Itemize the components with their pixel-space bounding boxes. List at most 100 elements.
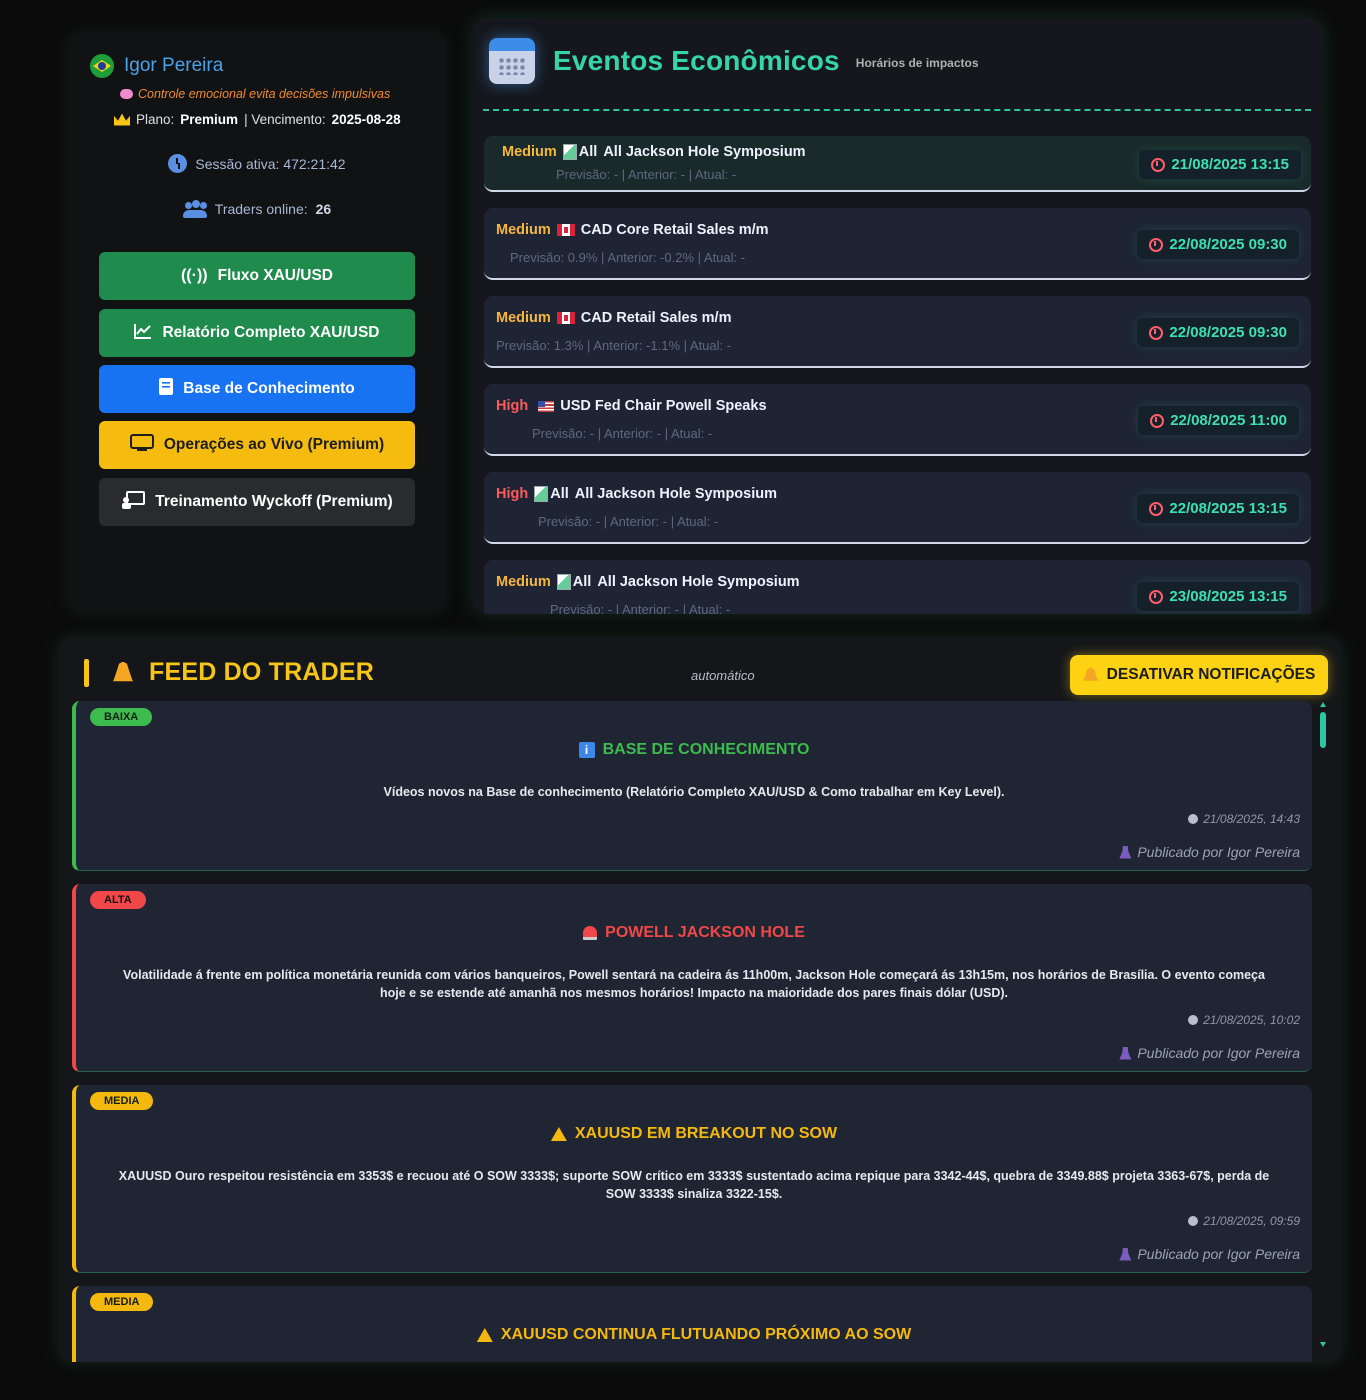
post-time-text: 21/08/2025, 09:59 [1203, 1214, 1300, 1228]
event-impact: Medium [496, 310, 551, 326]
event-name: All Jackson Hole Symposium [597, 574, 800, 590]
fluxo-xauusd-button[interactable]: ((·)) Fluxo XAU/USD [99, 252, 415, 300]
scroll-up-arrow[interactable] [1320, 702, 1326, 707]
post-title-text: XAUUSD EM BREAKOUT NO SOW [574, 1125, 838, 1142]
post-title: XAUUSD EM BREAKOUT NO SOW [76, 1125, 1312, 1143]
event-heading: Medium CAD Retail Sales m/m [496, 310, 731, 326]
feed-post: ALTA POWELL JACKSON HOLE Volatilidade á … [72, 884, 1312, 1072]
event-card[interactable]: Medium All All Jackson Hole Symposium Pr… [484, 136, 1311, 192]
post-time-text: 21/08/2025, 14:43 [1203, 812, 1300, 826]
events-title: Eventos Econômicos [553, 45, 840, 76]
event-impact: Medium [502, 144, 557, 160]
event-name: USD Fed Chair Powell Speaks [560, 398, 767, 414]
online-label: Traders online: [214, 201, 308, 217]
alarm-clock-icon [1149, 501, 1164, 516]
post-body: Vídeos novos na Base de conhecimento (Re… [383, 785, 1005, 799]
event-card[interactable]: High All All Jackson Hole Symposium Prev… [484, 472, 1311, 544]
event-details: Previsão: - | Anterior: - | Atual: - [532, 426, 713, 441]
treinamento-label: Treinamento Wyckoff (Premium) [155, 493, 393, 510]
event-details: Previsão: 0.9% | Anterior: -0.2% | Atual… [510, 250, 746, 265]
relatorio-label: Relatório Completo XAU/USD [162, 324, 380, 341]
feed-title: FEED DO TRADER [149, 658, 375, 686]
base-conhecimento-button[interactable]: Base de Conhecimento [99, 365, 415, 413]
scroll-down-arrow[interactable] [1320, 1342, 1326, 1347]
event-time-text: 22/08/2025 11:00 [1170, 412, 1287, 429]
economic-events-panel: Eventos Econômicos Horários de impactos … [473, 18, 1323, 614]
clock-icon [1188, 1015, 1199, 1025]
event-name: All Jackson Hole Symposium [574, 486, 778, 502]
relatorio-completo-button[interactable]: Relatório Completo XAU/USD [99, 309, 415, 357]
calendar-icon [489, 38, 535, 84]
post-timestamp: 21/08/2025, 10:02 [1188, 1013, 1300, 1027]
monitor-icon [129, 433, 154, 457]
event-name: All Jackson Hole Symposium [603, 144, 806, 160]
feed-post: BAIXA i BASE DE CONHECIMENTO Vídeos novo… [72, 701, 1312, 871]
event-name: CAD Core Retail Sales m/m [580, 222, 769, 238]
event-time-text: 21/08/2025 13:15 [1171, 156, 1289, 173]
event-time: 22/08/2025 13:15 [1137, 494, 1299, 523]
disable-notifications-button[interactable]: DESATIVAR NOTIFICAÇÕES [1070, 655, 1328, 695]
event-heading: Medium CAD Core Retail Sales m/m [496, 222, 769, 238]
brazil-flag-icon [90, 54, 114, 78]
alarm-clock-icon [1151, 157, 1166, 172]
event-impact: High [496, 486, 529, 502]
book-icon [159, 378, 174, 400]
event-card[interactable]: Medium CAD Retail Sales m/m Previsão: 1.… [484, 296, 1311, 368]
event-details: Previsão: - | Anterior: - | Atual: - [538, 514, 719, 529]
usa-flag-icon [538, 400, 555, 412]
post-body: Volatilidade á frente em política monetá… [123, 968, 1265, 1000]
user-name-row: Igor Pereira [90, 54, 223, 78]
emotional-tip: Controle emocional evita decisões impuls… [120, 87, 390, 101]
event-heading: Medium All All Jackson Hole Symposium [496, 574, 800, 590]
user-icon [1119, 845, 1132, 859]
post-body: XAUUSD Ouro respeitou resistência em 335… [118, 1169, 1270, 1201]
event-impact: High [496, 398, 529, 414]
event-card[interactable]: Medium CAD Core Retail Sales m/m Previsã… [484, 208, 1311, 280]
post-title-text: POWELL JACKSON HOLE [605, 924, 805, 941]
event-details: Previsão: - | Anterior: - | Atual: - [556, 167, 737, 182]
treinamento-wyckoff-button[interactable]: Treinamento Wyckoff (Premium) [99, 478, 415, 526]
event-impact: Medium [496, 574, 551, 590]
operacoes-label: Operações ao Vivo (Premium) [163, 436, 385, 453]
online-count: 26 [315, 201, 332, 217]
event-time-text: 22/08/2025 09:30 [1169, 324, 1287, 341]
event-time: 21/08/2025 13:15 [1139, 150, 1301, 179]
broken-image-icon: All [557, 574, 592, 590]
events-header: Eventos Econômicos Horários de impactos [489, 38, 979, 84]
post-title: XAUUSD CONTINUA FLUTUANDO PRÓXIMO AO SOW [76, 1326, 1312, 1344]
canada-flag-icon [556, 312, 575, 324]
user-icon [1119, 1046, 1132, 1060]
brain-icon [120, 89, 133, 99]
post-title: POWELL JACKSON HOLE [76, 924, 1312, 942]
bell-icon [113, 661, 133, 682]
clock-icon [168, 154, 188, 173]
event-time: 23/08/2025 13:15 [1137, 582, 1299, 611]
warning-icon [550, 1127, 567, 1141]
user-name: Igor Pereira [124, 55, 224, 76]
users-icon [182, 200, 207, 218]
expiry-label: | Vencimento: [244, 112, 326, 127]
event-card[interactable]: High USD Fed Chair Powell Speaks Previsã… [484, 384, 1311, 456]
scrollbar-thumb[interactable] [1320, 712, 1326, 748]
event-heading: Medium All All Jackson Hole Symposium [502, 144, 806, 160]
event-time-text: 22/08/2025 13:15 [1169, 500, 1287, 517]
post-author-text: Publicado por Igor Pereira [1137, 1246, 1300, 1262]
tip-text: Controle emocional evita decisões impuls… [138, 87, 391, 101]
priority-badge: ALTA [90, 891, 146, 909]
event-card[interactable]: Medium All All Jackson Hole Symposium Pr… [484, 560, 1311, 614]
alarm-clock-icon [1150, 413, 1165, 428]
feed-mode: automático [691, 668, 755, 683]
operacoes-vivo-button[interactable]: Operações ao Vivo (Premium) [99, 421, 415, 469]
alarm-clock-icon [1149, 237, 1164, 252]
warning-icon [476, 1328, 493, 1342]
teacher-icon [121, 490, 146, 514]
feed-post: MEDIA XAUUSD EM BREAKOUT NO SOW XAUUSD O… [72, 1085, 1312, 1273]
online-info: Traders online: 26 [68, 200, 446, 218]
plan-info: Plano: Premium | Vencimento: 2025-08-28 [114, 112, 401, 127]
chart-line-icon [134, 323, 152, 344]
post-author: Publicado por Igor Pereira [1119, 1045, 1300, 1061]
post-author: Publicado por Igor Pereira [1119, 844, 1300, 860]
post-author: Publicado por Igor Pereira [1119, 1246, 1300, 1262]
event-time: 22/08/2025 09:30 [1137, 230, 1299, 259]
expiry-value: 2025-08-28 [331, 112, 401, 127]
